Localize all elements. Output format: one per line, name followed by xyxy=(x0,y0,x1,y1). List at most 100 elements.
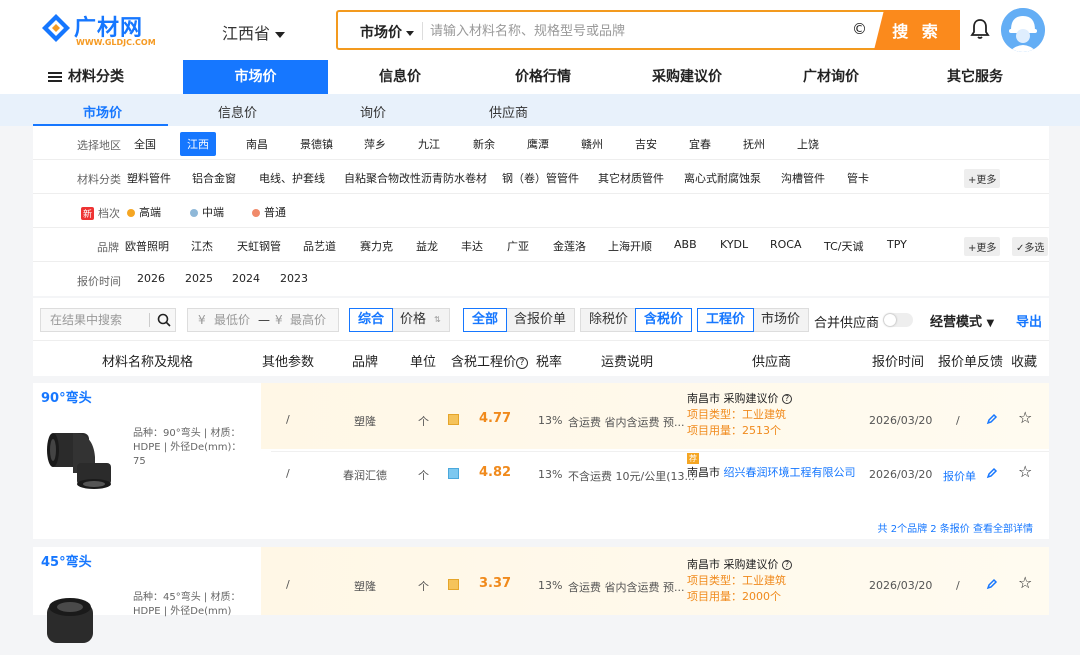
tax-exclusive[interactable]: 除税价 xyxy=(581,309,636,331)
region-option[interactable]: 上饶 xyxy=(797,136,819,152)
sort-price[interactable]: 价格 xyxy=(392,309,434,331)
brand-option[interactable]: 上海开顺 xyxy=(608,238,652,254)
category-option[interactable]: 管卡 xyxy=(847,170,869,186)
business-mode-dropdown[interactable]: 经营模式 ▼ xyxy=(930,311,994,330)
search-icon[interactable] xyxy=(157,313,171,327)
search-category-select[interactable]: 市场价 xyxy=(360,22,414,42)
year-option[interactable]: 2025 xyxy=(185,272,213,285)
price-range-box[interactable]: ¥ 最低价 — ¥ 最高价 xyxy=(187,308,339,332)
brand-option[interactable]: 丰达 xyxy=(461,238,483,254)
year-option[interactable]: 2026 xyxy=(137,272,165,285)
bell-icon[interactable] xyxy=(970,18,990,40)
brand-option[interactable]: 赛力克 xyxy=(360,238,393,254)
brand-option[interactable]: 金莲洛 xyxy=(553,238,586,254)
max-price-input[interactable]: 最高价 xyxy=(290,309,326,331)
price-type-market[interactable]: 市场价 xyxy=(753,309,808,331)
result-search-input[interactable]: 在结果中搜索 xyxy=(50,309,122,331)
region-option[interactable]: 宜春 xyxy=(689,136,711,152)
grade-option-high[interactable]: 高端 xyxy=(127,204,161,220)
category-option[interactable]: 离心式耐腐蚀泵 xyxy=(684,170,761,186)
region-option[interactable]: 南昌 xyxy=(246,136,268,152)
star-icon[interactable]: ☆ xyxy=(1018,408,1032,427)
nav-inquiry[interactable]: 广材询价 xyxy=(788,60,874,94)
subtab-info-price[interactable]: 信息价 xyxy=(218,102,257,121)
nav-other-services[interactable]: 其它服务 xyxy=(930,60,1020,94)
table-row: / 塑隆 个 3.37 13% 含运费 省内含运费 预... 南昌市 采购建议价… xyxy=(261,551,1049,611)
region-option[interactable]: 新余 xyxy=(473,136,495,152)
product-name[interactable]: 90°弯头 xyxy=(41,387,92,406)
nav-price-trend[interactable]: 价格行情 xyxy=(500,60,586,94)
region-option[interactable]: 赣州 xyxy=(581,136,603,152)
nav-material-category[interactable]: 材料分类 xyxy=(46,60,126,94)
star-icon[interactable]: ☆ xyxy=(1018,573,1032,592)
brand-option[interactable]: 广亚 xyxy=(507,238,529,254)
category-option[interactable]: 电线、护套线 xyxy=(259,170,325,186)
site-logo[interactable]: 广材网 WWW.GLDJC.COM xyxy=(40,10,160,50)
region-option[interactable]: 景德镇 xyxy=(300,136,333,152)
scope-with-quote[interactable]: 含报价单 xyxy=(506,309,574,331)
scope-all[interactable]: 全部 xyxy=(463,308,508,332)
grade-option-normal[interactable]: 普通 xyxy=(252,204,286,220)
subtab-supplier[interactable]: 供应商 xyxy=(489,102,528,121)
export-button[interactable]: 导出 xyxy=(1016,311,1042,330)
brand-option[interactable]: 天虹钢管 xyxy=(237,238,281,254)
brand-more-button[interactable]: +更多 xyxy=(964,237,1001,256)
category-option[interactable]: 钢（卷）管管件 xyxy=(502,170,579,186)
avatar[interactable] xyxy=(1001,8,1045,52)
subtab-market-price[interactable]: 市场价 xyxy=(83,102,122,121)
brand-option[interactable]: TC/天诚 xyxy=(824,238,863,254)
tax-toggle: 除税价 含税价 xyxy=(580,308,693,332)
tax-inclusive[interactable]: 含税价 xyxy=(635,308,693,332)
result-search-box[interactable]: 在结果中搜索 xyxy=(40,308,176,332)
region-option[interactable]: 吉安 xyxy=(635,136,657,152)
grade-option-mid[interactable]: 中端 xyxy=(190,204,224,220)
pencil-icon[interactable] xyxy=(986,467,998,479)
province-selector[interactable]: 江西省 xyxy=(222,20,286,44)
pencil-icon[interactable] xyxy=(986,578,998,590)
view-all-details-link[interactable]: 共 2个品牌 2 条报价 查看全部详情 xyxy=(878,520,1033,535)
search-input[interactable] xyxy=(430,18,840,44)
min-price-input[interactable]: 最低价 xyxy=(214,309,250,331)
brand-option[interactable]: TPY xyxy=(887,238,907,251)
brand-option[interactable]: KYDL xyxy=(720,238,748,251)
merge-supplier-toggle[interactable] xyxy=(883,313,913,327)
pencil-icon[interactable] xyxy=(986,413,998,425)
region-option[interactable]: 九江 xyxy=(418,136,440,152)
nav-market-price[interactable]: 市场价 xyxy=(183,60,328,94)
copyright-icon[interactable]: © xyxy=(852,20,867,38)
region-option-selected[interactable]: 江西 xyxy=(180,132,216,156)
region-option[interactable]: 全国 xyxy=(134,136,156,152)
subtab-inquiry[interactable]: 询价 xyxy=(360,102,386,121)
region-option[interactable]: 鹰潭 xyxy=(527,136,549,152)
brand-option[interactable]: ROCA xyxy=(770,238,802,251)
category-more-button[interactable]: +更多 xyxy=(964,169,1001,188)
search-button[interactable]: 搜 索 xyxy=(874,10,960,50)
category-option[interactable]: 塑料管件 xyxy=(127,170,171,186)
nav-info-price[interactable]: 信息价 xyxy=(360,60,440,94)
quote-sheet-link[interactable]: 报价单 xyxy=(943,468,976,484)
region-option[interactable]: 萍乡 xyxy=(364,136,386,152)
sort-comprehensive[interactable]: 综合 xyxy=(349,308,394,332)
year-option[interactable]: 2023 xyxy=(280,272,308,285)
year-option[interactable]: 2024 xyxy=(232,272,260,285)
help-icon[interactable]: ? xyxy=(782,394,792,404)
nav-purchase-price[interactable]: 采购建议价 xyxy=(640,60,734,94)
brand-option[interactable]: 品艺道 xyxy=(303,238,336,254)
brand-option[interactable]: 江杰 xyxy=(191,238,213,254)
price-type-engineering[interactable]: 工程价 xyxy=(697,308,755,332)
category-option[interactable]: 铝合金窗 xyxy=(192,170,236,186)
category-option[interactable]: 沟槽管件 xyxy=(781,170,825,186)
category-option[interactable]: 其它材质管件 xyxy=(598,170,664,186)
brand-option[interactable]: 欧普照明 xyxy=(125,238,169,254)
help-icon[interactable]: ? xyxy=(782,560,792,570)
product-name[interactable]: 45°弯头 xyxy=(41,551,92,570)
star-icon[interactable]: ☆ xyxy=(1018,462,1032,481)
category-option[interactable]: 自粘聚合物改性沥青防水卷材 xyxy=(344,170,487,186)
brand-multi-select-button[interactable]: ✓多选 xyxy=(1012,237,1049,256)
brand-option[interactable]: ABB xyxy=(674,238,697,251)
help-icon[interactable]: ? xyxy=(516,356,529,369)
supplier-name-link[interactable]: 绍兴春润环境工程有限公司 xyxy=(724,466,856,479)
brand-option[interactable]: 益龙 xyxy=(416,238,438,254)
region-option[interactable]: 抚州 xyxy=(743,136,765,152)
row-brand: 塑隆 xyxy=(354,415,376,428)
